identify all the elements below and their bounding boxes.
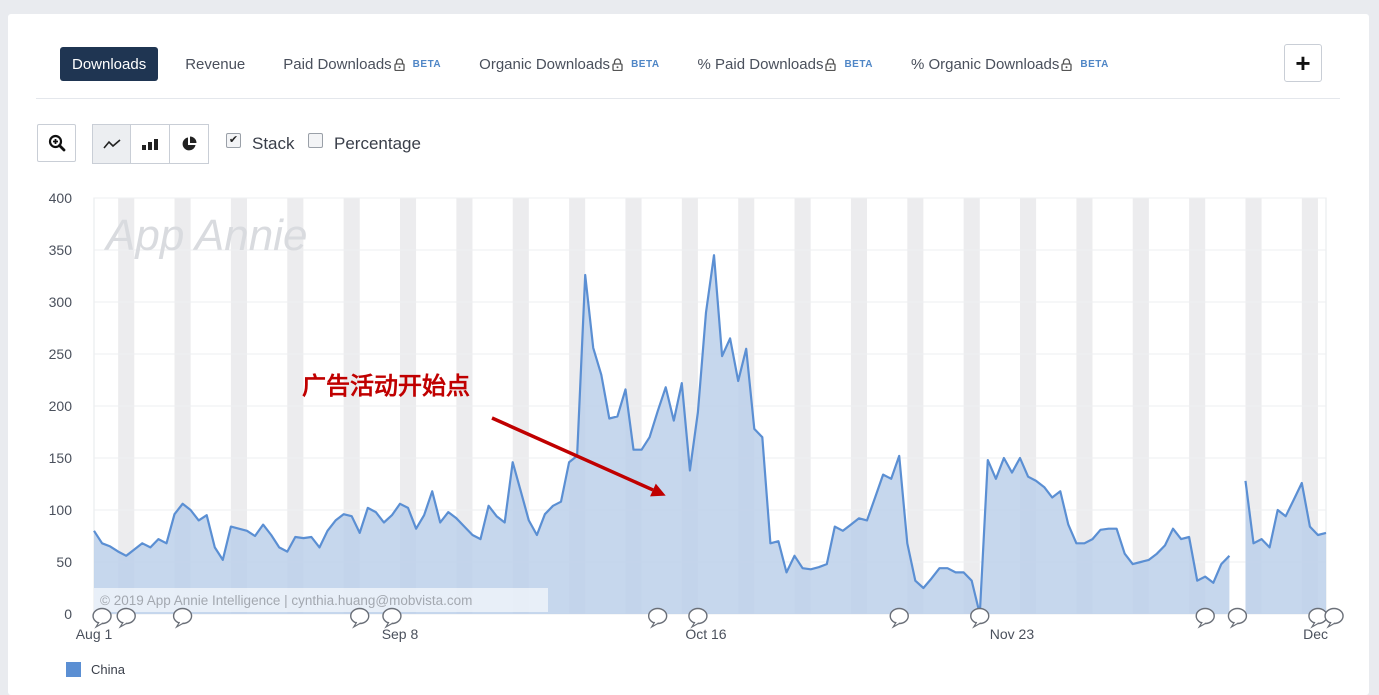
x-tick-label: Sep 8 xyxy=(382,626,419,642)
note-bubble xyxy=(382,607,402,625)
note-bubble xyxy=(1308,607,1328,625)
legend-label: China xyxy=(91,662,125,677)
y-tick-label: 300 xyxy=(49,294,73,310)
x-axis: Aug 1 Sep 8 Oct 16 Nov 23 Dec xyxy=(76,626,1328,642)
note-bubble xyxy=(647,607,668,625)
y-tick-label: 100 xyxy=(49,502,73,518)
note-marker-icon xyxy=(1195,607,1215,629)
y-tick-label: 50 xyxy=(56,554,72,570)
note-marker-icon xyxy=(970,607,990,629)
note-marker-icon xyxy=(647,607,668,629)
downloads-chart: App Annie © 2019 App Annie Intelligence … xyxy=(49,190,1344,642)
y-tick-label: 350 xyxy=(49,242,73,258)
note-marker-icon xyxy=(889,607,909,629)
x-tick-label: Nov 23 xyxy=(990,626,1035,642)
note-bubble xyxy=(116,607,136,625)
legend-swatch xyxy=(66,662,81,677)
x-tick-label: Dec xyxy=(1303,626,1328,642)
annotation-label: 广告活动开始点 xyxy=(302,372,470,400)
note-marker-icon xyxy=(1324,607,1344,629)
note-bubble xyxy=(1195,607,1215,625)
note-marker-icon xyxy=(350,607,370,629)
chart-legend[interactable]: China xyxy=(66,662,125,677)
note-bubble xyxy=(350,607,370,625)
y-tick-label: 400 xyxy=(49,190,73,206)
y-tick-label: 250 xyxy=(49,346,73,362)
x-tick-label: Oct 16 xyxy=(685,626,726,642)
note-marker-icon xyxy=(1227,607,1248,629)
note-bubble xyxy=(1324,607,1344,625)
note-marker-icon xyxy=(116,607,136,629)
watermark: App Annie xyxy=(103,211,307,260)
y-axis: 0 50 100 150 200 250 300 350 400 xyxy=(49,190,73,622)
copyright-text: © 2019 App Annie Intelligence | cynthia.… xyxy=(100,593,472,608)
note-bubble xyxy=(688,607,708,625)
note-marker-icon xyxy=(172,607,193,629)
note-bubble xyxy=(889,607,909,625)
note-bubble xyxy=(172,607,193,625)
note-marker-icon xyxy=(1308,607,1328,629)
y-tick-label: 0 xyxy=(64,606,72,622)
y-tick-label: 150 xyxy=(49,450,73,466)
note-marker-icon xyxy=(92,607,112,629)
note-bubble xyxy=(970,607,990,625)
x-tick-label: Aug 1 xyxy=(76,626,113,642)
note-marker-icon xyxy=(688,607,708,629)
note-marker-icon xyxy=(382,607,402,629)
note-bubble xyxy=(92,607,112,625)
note-bubble xyxy=(1227,607,1248,625)
y-tick-label: 200 xyxy=(49,398,73,414)
